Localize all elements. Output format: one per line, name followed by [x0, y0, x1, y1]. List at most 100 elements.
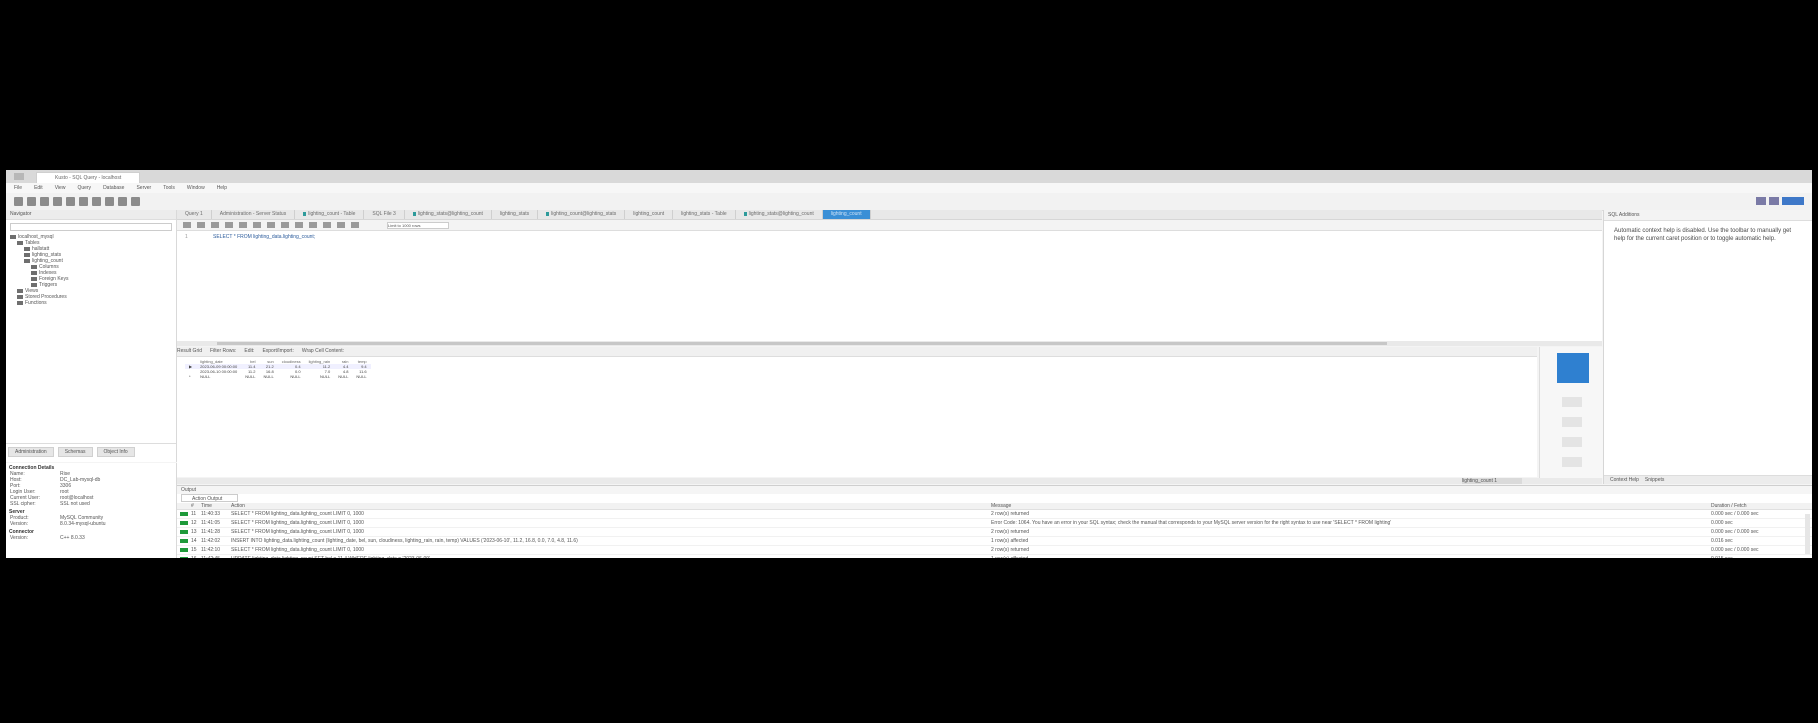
- disconnect-icon[interactable]: [118, 197, 127, 206]
- query-tab[interactable]: lighting_stats: [492, 210, 539, 219]
- execution-plan-button[interactable]: [1562, 457, 1582, 467]
- sql-text[interactable]: SELECT * FROM lighting_data.lighting_cou…: [213, 234, 315, 240]
- commit-icon[interactable]: [281, 222, 289, 228]
- output-time: 11:40:33: [201, 511, 221, 517]
- result-toolbar-item[interactable]: Edit:: [244, 348, 254, 354]
- query-tab[interactable]: lighting_stats@lighting_count: [736, 210, 823, 219]
- beautify-icon[interactable]: [309, 222, 317, 228]
- sidebar-tab[interactable]: Schemas: [57, 447, 93, 457]
- table-cell[interactable]: NULL: [334, 374, 352, 379]
- result-toolbar-item[interactable]: Result Grid: [177, 348, 202, 354]
- info-value: SSL not used: [60, 501, 90, 507]
- result-tab[interactable]: lighting_count 1: [1462, 478, 1522, 484]
- open-file-icon[interactable]: [183, 222, 191, 228]
- query-tab[interactable]: Administration - Server Status: [212, 210, 296, 219]
- menu-server[interactable]: Server: [136, 183, 151, 193]
- new-icon[interactable]: [14, 197, 23, 206]
- invisible-chars-icon[interactable]: [337, 222, 345, 228]
- output-column-header[interactable]: Action: [231, 503, 991, 509]
- refresh-icon[interactable]: [131, 197, 140, 206]
- query-tab-label: SQL File 3: [372, 211, 396, 217]
- table-tab-icon: [412, 211, 416, 216]
- output-row[interactable]: 13 11:41:28 SELECT * FROM lighting_data.li…: [177, 528, 1812, 537]
- query-tab[interactable]: lighting_stats - Table: [673, 210, 736, 219]
- sidebar-tab[interactable]: Object Info: [96, 447, 135, 457]
- output-scrollbar[interactable]: [1805, 514, 1810, 554]
- toggle-sidebar-icon[interactable]: [1756, 197, 1766, 205]
- field-types-button[interactable]: [1562, 417, 1582, 427]
- stop-icon[interactable]: [253, 222, 261, 228]
- toggle-secondary-sidebar-icon[interactable]: [1782, 197, 1804, 205]
- table-cell[interactable]: NULL: [196, 374, 241, 379]
- result-toolbar-item[interactable]: Wrap Cell Content:: [302, 348, 344, 354]
- output-row[interactable]: 15 11:42:10 SELECT * FROM lighting_data.li…: [177, 546, 1812, 555]
- stop-icon[interactable]: [66, 197, 75, 206]
- toggle-autocommit-icon[interactable]: [267, 222, 275, 228]
- query-tab[interactable]: Query 1: [177, 210, 212, 219]
- save-icon[interactable]: [40, 197, 49, 206]
- schema-filter-input[interactable]: [10, 223, 172, 231]
- open-icon[interactable]: [27, 197, 36, 206]
- table-cell[interactable]: NULL: [305, 374, 335, 379]
- menu-query[interactable]: Query: [77, 183, 91, 193]
- output-column-header[interactable]: Message: [991, 503, 1711, 509]
- menu-help[interactable]: Help: [217, 183, 227, 193]
- result-toolbar-item[interactable]: Filter Rows:: [210, 348, 236, 354]
- menu-edit[interactable]: Edit: [34, 183, 43, 193]
- menu-tools[interactable]: Tools: [163, 183, 175, 193]
- limit-rows-select[interactable]: Limit to 1000 rows: [387, 222, 449, 229]
- right-panel-tab[interactable]: Snippets: [1645, 476, 1664, 484]
- query-tab[interactable]: lighting_count - Table: [295, 210, 365, 219]
- execute-current-icon[interactable]: [225, 222, 233, 228]
- query-tab-label: lighting_stats@lighting_count: [748, 211, 814, 217]
- toggle-output-icon[interactable]: [1769, 197, 1779, 205]
- explain-icon[interactable]: [239, 222, 247, 228]
- menu-file[interactable]: File: [14, 183, 22, 193]
- output-column-header[interactable]: #: [191, 503, 201, 509]
- table-cell[interactable]: NULL: [259, 374, 277, 379]
- output-type-select[interactable]: Action Output: [181, 494, 238, 502]
- execute-icon[interactable]: [53, 197, 62, 206]
- menu-window[interactable]: Window: [187, 183, 205, 193]
- scroll-thumb[interactable]: [217, 342, 1387, 345]
- output-panel: Output Action Output # Time Action Message D…: [177, 485, 1812, 558]
- output-row[interactable]: 1611:42:45UPDATE lighting_data.lighting_…: [177, 555, 1812, 558]
- menu-database[interactable]: Database: [103, 183, 124, 193]
- result-toolbar-item[interactable]: Export/Import:: [262, 348, 293, 354]
- home-icon[interactable]: [14, 173, 24, 180]
- table-cell[interactable]: NULL: [352, 374, 370, 379]
- connect-icon[interactable]: [105, 197, 114, 206]
- rollback-icon[interactable]: [295, 222, 303, 228]
- form-editor-button[interactable]: [1562, 397, 1582, 407]
- right-panel-tab[interactable]: Context Help: [1610, 476, 1639, 484]
- table-cell[interactable]: NULL: [278, 374, 305, 379]
- query-tab[interactable]: SQL File 3: [364, 210, 405, 219]
- output-column-header[interactable]: Time: [201, 503, 231, 509]
- output-column-header[interactable]: [177, 503, 191, 509]
- table-row[interactable]: * NULL NULL NULL NULL NULL NULL NULL: [185, 374, 371, 379]
- editor-scrollbar[interactable]: [177, 341, 1602, 346]
- output-row[interactable]: 14 11:42:02 INSERT INTO lighting_data.ligh…: [177, 537, 1812, 546]
- table-cell[interactable]: NULL: [241, 374, 259, 379]
- execute-icon[interactable]: [211, 222, 219, 228]
- find-icon[interactable]: [323, 222, 331, 228]
- query-stats-button[interactable]: [1562, 437, 1582, 447]
- query-tab[interactable]: lighting_count: [625, 210, 674, 219]
- save-file-icon[interactable]: [197, 222, 205, 228]
- wrap-icon[interactable]: [351, 222, 359, 228]
- query-tab[interactable]: lighting_count: [822, 210, 871, 219]
- format-icon[interactable]: [92, 197, 101, 206]
- sidebar-tab[interactable]: Administration: [8, 447, 54, 457]
- explain-icon[interactable]: [79, 197, 88, 206]
- output-message: 2 row(s) returned: [991, 511, 1030, 517]
- menu-view[interactable]: View: [55, 183, 66, 193]
- tree-item[interactable]: Functions: [6, 300, 176, 306]
- output-column-header[interactable]: Duration / Fetch: [1711, 503, 1791, 509]
- query-tab[interactable]: lighting_count@lighting_stats: [538, 210, 626, 219]
- sql-editor[interactable]: 1 SELECT * FROM lighting_data.lighting_c…: [177, 231, 1602, 341]
- query-tab[interactable]: lighting_stats@lighting_count: [405, 210, 492, 219]
- result-grid-button[interactable]: [1557, 353, 1589, 383]
- table-cell[interactable]: *: [185, 374, 196, 379]
- output-row[interactable]: 12 11:41:05 SELECT * FROM lighting_data.li…: [177, 519, 1812, 528]
- output-row[interactable]: 11 11:40:33 SELECT * FROM lighting_data.li…: [177, 510, 1812, 519]
